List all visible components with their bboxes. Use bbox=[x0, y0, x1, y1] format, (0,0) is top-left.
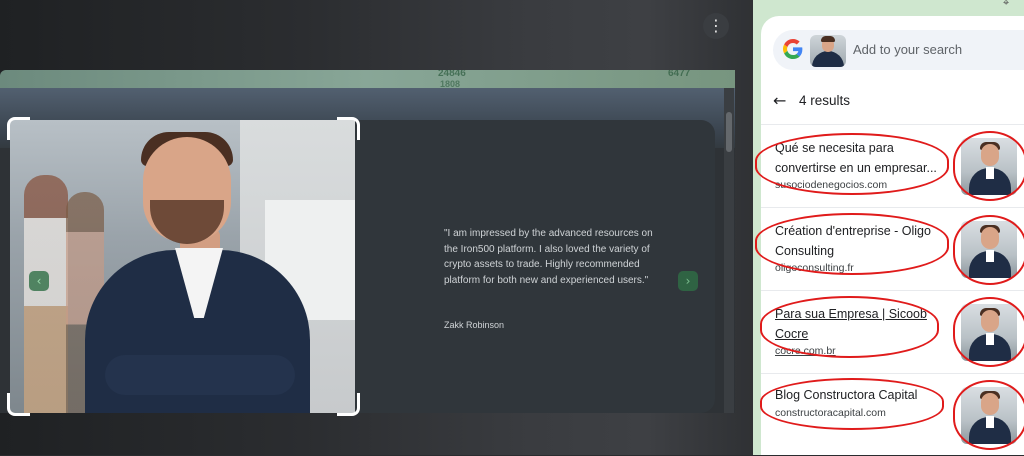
page-header-strip: 24846 1808 6477 bbox=[0, 70, 735, 89]
result-title[interactable]: Blog Constructora Capital bbox=[775, 385, 945, 405]
result-item[interactable]: Para sua Empresa | Sicoob Cocre cocre.co… bbox=[761, 290, 1024, 373]
more-options-icon[interactable]: ⋮ bbox=[703, 13, 729, 39]
result-thumbnail[interactable] bbox=[961, 304, 1017, 361]
ghost-number: 24846 bbox=[438, 70, 466, 79]
selected-image-chip[interactable] bbox=[810, 35, 846, 67]
results-count: 4 results bbox=[799, 93, 851, 108]
prev-slide-button[interactable]: ‹ bbox=[29, 271, 49, 291]
result-item[interactable]: Création d'entreprise - Oligo Consulting… bbox=[761, 207, 1024, 290]
testimonial-author: Zakk Robinson bbox=[444, 320, 505, 330]
result-source: cocre.com.br bbox=[775, 345, 836, 357]
search-placeholder: Add to your search bbox=[853, 42, 963, 57]
selection-corner-top-left[interactable] bbox=[7, 117, 30, 140]
result-thumbnail[interactable] bbox=[961, 387, 1017, 444]
google-logo-icon bbox=[783, 39, 803, 59]
next-slide-button[interactable]: › bbox=[678, 271, 698, 291]
selection-corner-bottom-right[interactable] bbox=[337, 393, 360, 416]
selection-corner-bottom-left[interactable] bbox=[7, 393, 30, 416]
testimonial-quote: "I am impressed by the advanced resource… bbox=[444, 228, 653, 286]
result-source: oligoconsulting.fr bbox=[775, 262, 854, 274]
result-title[interactable]: Qué se necesita para convertirse en un e… bbox=[775, 138, 945, 178]
result-item[interactable]: Qué se necesita para convertirse en un e… bbox=[761, 124, 1024, 207]
result-source: susociodenegocios.com bbox=[775, 179, 888, 191]
result-title[interactable]: Création d'entreprise - Oligo Consulting bbox=[775, 221, 945, 261]
pin-icon[interactable]: ⌖ bbox=[1003, 0, 1009, 10]
result-thumbnail[interactable] bbox=[961, 138, 1017, 195]
testimonial-photo bbox=[10, 120, 355, 413]
page-scrollbar-thumb[interactable] bbox=[726, 112, 732, 152]
selection-corner-top-right[interactable] bbox=[337, 117, 360, 140]
result-title[interactable]: Para sua Empresa | Sicoob Cocre bbox=[775, 304, 945, 344]
back-arrow-icon[interactable]: ← bbox=[773, 91, 786, 110]
result-thumbnail[interactable] bbox=[961, 221, 1017, 278]
ghost-number: 6477 bbox=[668, 70, 691, 79]
result-source: constructoracapital.com bbox=[775, 407, 886, 419]
result-item[interactable]: Blog Constructora Capital constructoraca… bbox=[761, 373, 1024, 456]
